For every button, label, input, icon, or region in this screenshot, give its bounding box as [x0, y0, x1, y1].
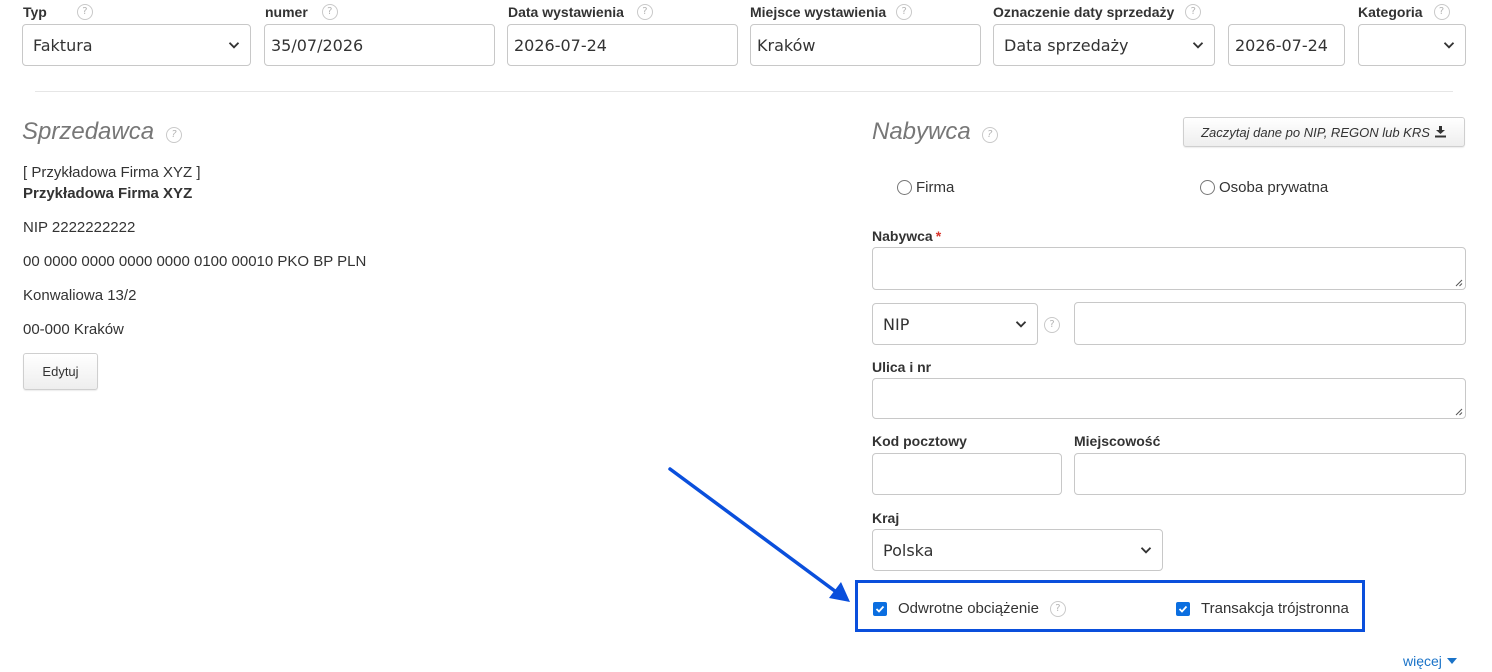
- required-mark: *: [935, 228, 942, 244]
- help-icon[interactable]: ?: [1433, 4, 1450, 20]
- city-input[interactable]: [1074, 453, 1466, 495]
- city-label: Miejscowość: [1074, 433, 1161, 449]
- seller-name: Przykładowa Firma XYZ: [23, 185, 193, 202]
- help-icon[interactable]: ?: [981, 127, 998, 143]
- street-textarea[interactable]: [872, 378, 1466, 419]
- miejsce-wystawienia-input[interactable]: Kraków: [750, 24, 981, 66]
- download-icon: [1434, 126, 1446, 138]
- radio-circle-icon[interactable]: [1200, 180, 1215, 195]
- seller-city: 00-000 Kraków: [23, 321, 124, 338]
- triangular-transaction-checkbox[interactable]: Transakcja trójstronna: [1176, 600, 1349, 617]
- buyer-heading: Nabywca?: [872, 118, 998, 146]
- data-sprzedazy-input[interactable]: 2026-07-24: [1228, 24, 1345, 66]
- street-label: Ulica i nr: [872, 359, 932, 375]
- chevron-down-icon: [1140, 547, 1152, 554]
- help-icon[interactable]: ?: [636, 4, 653, 20]
- radio-circle-icon[interactable]: [897, 180, 912, 195]
- numer-input[interactable]: 35/07/2026: [264, 24, 495, 66]
- data-wystawienia-input[interactable]: 2026-07-24: [507, 24, 738, 66]
- reverse-charge-checkbox[interactable]: Odwrotne obciążenie ?: [873, 600, 1066, 617]
- country-label: Kraj: [872, 510, 900, 526]
- chevron-down-icon: [1443, 42, 1455, 49]
- typ-label: Typ?: [23, 4, 93, 20]
- resize-grip-icon[interactable]: [1454, 407, 1463, 416]
- kategoria-select[interactable]: [1358, 24, 1466, 66]
- radio-firma[interactable]: Firma: [897, 179, 954, 196]
- chevron-down-icon: [1192, 42, 1204, 49]
- checkbox[interactable]: [1176, 601, 1190, 616]
- help-icon[interactable]: ?: [321, 4, 338, 20]
- id-type-select[interactable]: NIP: [872, 303, 1038, 345]
- oznaczenie-daty-label: Oznaczenie daty sprzedaży?: [993, 4, 1202, 20]
- check-icon: [1178, 605, 1188, 613]
- oznaczenie-daty-select[interactable]: Data sprzedaży: [993, 24, 1215, 66]
- chevron-down-icon: [1015, 321, 1027, 328]
- miejsce-wystawienia-label: Miejsce wystawienia?: [750, 4, 913, 20]
- edit-seller-button[interactable]: Edytuj: [23, 353, 98, 390]
- checkbox[interactable]: [873, 601, 887, 616]
- postal-code-label: Kod pocztowy: [872, 433, 967, 449]
- help-icon[interactable]: ?: [76, 4, 93, 20]
- buyer-name-textarea[interactable]: [872, 247, 1466, 290]
- data-wystawienia-label: Data wystawienia?: [508, 4, 653, 20]
- kategoria-label: Kategoria?: [1358, 4, 1450, 20]
- help-icon[interactable]: ?: [1049, 600, 1066, 617]
- postal-code-input[interactable]: [872, 453, 1062, 495]
- radio-osoba-prywatna[interactable]: Osoba prywatna: [1200, 179, 1328, 196]
- fetch-company-data-button[interactable]: Zaczytaj dane po NIP, REGON lub KRS: [1183, 117, 1465, 147]
- id-number-input[interactable]: [1074, 302, 1466, 345]
- section-divider: [35, 91, 1453, 92]
- seller-street: Konwaliowa 13/2: [23, 287, 137, 304]
- more-link[interactable]: więcej: [1403, 653, 1457, 669]
- seller-nip: NIP 2222222222: [23, 219, 136, 236]
- help-icon[interactable]: ?: [1044, 317, 1060, 333]
- country-select[interactable]: Polska: [872, 529, 1163, 571]
- resize-grip-icon[interactable]: [1454, 278, 1463, 287]
- seller-line1: [ Przykładowa Firma XYZ ]: [23, 164, 201, 181]
- arrow-annotation: [668, 467, 850, 602]
- caret-down-icon: [1446, 658, 1457, 664]
- typ-select[interactable]: Faktura: [22, 24, 251, 66]
- check-icon: [875, 605, 885, 613]
- numer-label: numer?: [265, 4, 338, 20]
- chevron-down-icon: [228, 42, 240, 49]
- buyer-name-label: Nabywca *: [872, 228, 942, 244]
- seller-bank: 00 0000 0000 0000 0000 0100 00010 PKO BP…: [23, 253, 367, 270]
- seller-heading: Sprzedawca?: [22, 118, 183, 146]
- help-icon[interactable]: ?: [166, 127, 183, 143]
- help-icon[interactable]: ?: [896, 4, 913, 20]
- help-icon[interactable]: ?: [1185, 4, 1202, 20]
